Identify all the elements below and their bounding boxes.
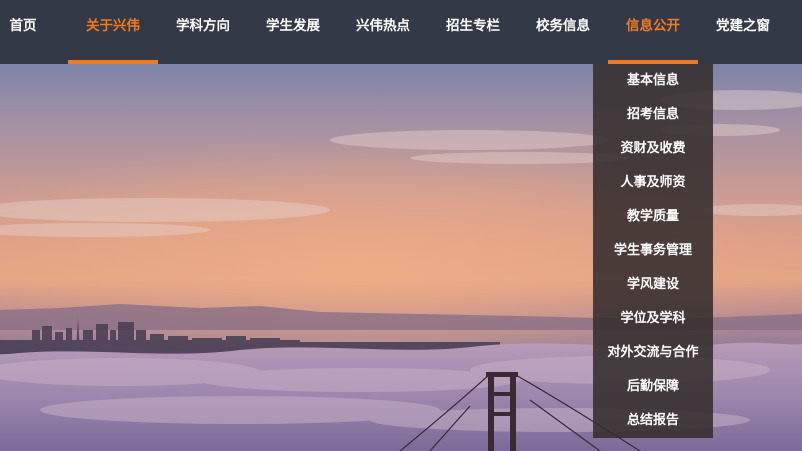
dropdown-item-logistics[interactable]: 后勤保障 (593, 370, 713, 404)
nav-item-admissions[interactable]: 招生专栏 (428, 0, 518, 64)
nav-item-label: 党建之窗 (716, 18, 770, 34)
nav-item-label: 首页 (9, 18, 37, 34)
dropdown-item-exam-info[interactable]: 招考信息 (593, 98, 713, 132)
nav-item-student-development[interactable]: 学生发展 (248, 0, 338, 64)
dropdown-item-study-style[interactable]: 学风建设 (593, 268, 713, 302)
nav-item-school-affairs[interactable]: 校务信息 (518, 0, 608, 64)
nav-item-label: 学生发展 (266, 18, 320, 34)
dropdown-item-external-exchange[interactable]: 对外交流与合作 (593, 336, 713, 370)
nav-item-label: 校务信息 (536, 18, 590, 34)
dropdown-item-teaching-quality[interactable]: 教学质量 (593, 200, 713, 234)
active-tab-underline (68, 60, 158, 64)
dropdown-item-summary-report[interactable]: 总结报告 (593, 404, 713, 438)
dropdown-item-student-affairs[interactable]: 学生事务管理 (593, 234, 713, 268)
nav-item-party-building[interactable]: 党建之窗 (698, 0, 788, 64)
nav-item-info-disclosure[interactable]: 信息公开 (608, 0, 698, 64)
nav-item-disciplines[interactable]: 学科方向 (158, 0, 248, 64)
nav-item-about[interactable]: 关于兴伟 (68, 0, 158, 64)
nav-item-hot-topics[interactable]: 兴伟热点 (338, 0, 428, 64)
dropdown-item-personnel-faculty[interactable]: 人事及师资 (593, 166, 713, 200)
nav-item-label: 招生专栏 (446, 18, 500, 34)
nav-item-label: 信息公开 (626, 18, 680, 34)
nav-item-home[interactable]: 首页 (0, 0, 46, 64)
info-disclosure-dropdown-menu: 基本信息 招考信息 资财及收费 人事及师资 教学质量 学生事务管理 学风建设 学… (593, 64, 713, 438)
top-navigation-bar: 首页 关于兴伟 学科方向 学生发展 兴伟热点 招生专栏 校务信息 信息公开 党建… (0, 0, 802, 64)
nav-item-label: 关于兴伟 (86, 18, 140, 34)
dropdown-item-degrees-disciplines[interactable]: 学位及学科 (593, 302, 713, 336)
dropdown-item-finance-fees[interactable]: 资财及收费 (593, 132, 713, 166)
dropdown-item-basic-info[interactable]: 基本信息 (593, 64, 713, 98)
nav-item-label: 学科方向 (176, 18, 230, 34)
nav-item-label: 兴伟热点 (356, 18, 410, 34)
